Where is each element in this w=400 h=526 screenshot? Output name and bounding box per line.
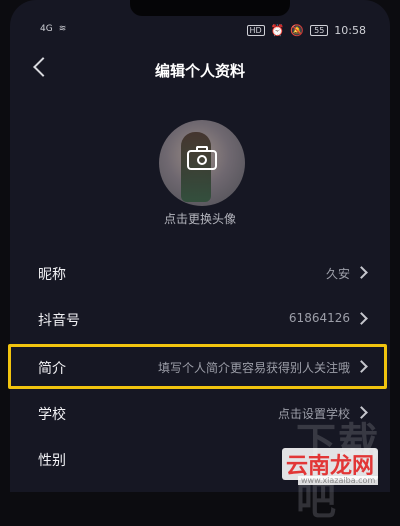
- status-time: 10:58: [334, 24, 366, 37]
- hd-icon: HD: [246, 25, 265, 36]
- watermark-url: www.xiazaiba.com: [298, 476, 379, 485]
- status-bar: 4G ≋ HD ⏰ 🔕 55 10:58: [10, 20, 390, 40]
- change-avatar-label[interactable]: 点击更换头像: [10, 210, 390, 227]
- row-douyin-id[interactable]: 抖音号 61864126: [10, 296, 390, 342]
- row-label: 昵称: [38, 267, 66, 283]
- row-value: 久安: [325, 267, 350, 281]
- camera-icon: [187, 146, 217, 170]
- row-label: 学校: [38, 407, 66, 423]
- chevron-right-icon: [355, 312, 368, 325]
- nav-bar: 编辑个人资料: [10, 52, 390, 88]
- mute-icon: 🔕: [290, 24, 305, 37]
- highlight-box: [8, 344, 387, 389]
- row-label: 抖音号: [38, 313, 80, 329]
- row-label: 性别: [38, 453, 66, 469]
- notch: [130, 0, 290, 16]
- alarm-icon: ⏰: [270, 24, 285, 37]
- row-value: 61864126: [288, 311, 350, 325]
- battery-icon: 55: [310, 25, 329, 36]
- avatar[interactable]: [159, 120, 245, 206]
- chevron-right-icon: [355, 266, 368, 279]
- signal-icon: 4G: [40, 24, 53, 34]
- wifi-icon: ≋: [58, 24, 67, 34]
- row-nickname[interactable]: 昵称 久安: [10, 250, 390, 296]
- camera-lens: [197, 155, 207, 165]
- battery-level: 55: [310, 25, 329, 36]
- page-title: 编辑个人资料: [154, 62, 245, 80]
